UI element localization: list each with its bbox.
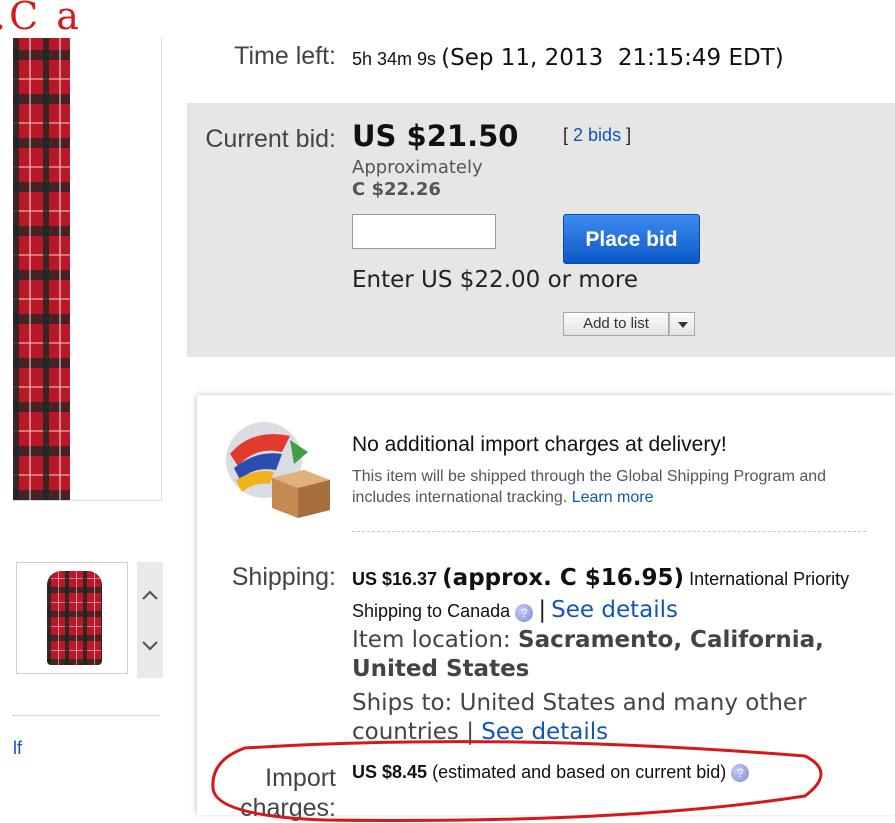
left-divider [13, 715, 159, 716]
bid-count: [ 2 bids ] [563, 125, 631, 146]
shipping-label: Shipping: [231, 563, 336, 591]
item-location: Item location: Sacramento, California, U… [352, 626, 862, 684]
time-left-label: Time left: [234, 42, 336, 70]
annotation-circle [211, 740, 823, 822]
learn-more-link[interactable]: Learn more [572, 489, 654, 506]
handwritten-annotation: .C a [0, 0, 82, 38]
end-time: (Sep 11, 2013 21:15:49 EDT) [441, 45, 784, 71]
bid-count-close: ] [626, 125, 632, 145]
approx-label: Approximately [352, 157, 483, 178]
place-bid-button[interactable]: Place bid [563, 214, 700, 264]
plaid-shirt-image [13, 38, 70, 500]
gsp-headline: No additional import charges at delivery… [352, 433, 727, 456]
chevron-down-icon[interactable] [141, 637, 159, 655]
thumbnail-scroller [137, 562, 163, 678]
gsp-divider [352, 531, 866, 532]
shipping-see-details-link[interactable]: See details [551, 597, 678, 623]
bid-count-open: [ [563, 125, 569, 145]
shipping-separator: | [538, 597, 547, 623]
left-link-fragment[interactable]: lf [13, 738, 22, 759]
shipping-approx: (approx. C $16.95) [442, 565, 684, 591]
bid-amount-input[interactable] [352, 214, 496, 249]
shipping-cost: US $16.37 [352, 569, 438, 589]
time-left-value: 5h 34m 9s (Sep 11, 2013 21:15:49 EDT) [352, 45, 784, 71]
countdown: 5h 34m 9s [352, 49, 437, 69]
bid-history-link[interactable]: 2 bids [573, 125, 621, 145]
help-icon[interactable]: ? [515, 603, 534, 622]
thumbnail-shirt [47, 571, 102, 665]
chevron-up-icon[interactable] [141, 586, 159, 604]
item-location-label: Item location: [352, 627, 511, 653]
thumbnail-image[interactable] [16, 562, 128, 674]
gsp-description: This item will be shipped through the Gl… [352, 466, 872, 508]
add-to-list-button[interactable]: Add to list [563, 312, 669, 336]
main-product-photo[interactable] [13, 38, 162, 501]
current-bid-label: Current bid: [205, 125, 336, 153]
current-bid-amount: US $21.50 [352, 119, 519, 153]
bid-hint: Enter US $22.00 or more [352, 267, 638, 293]
global-shipping-icon [226, 422, 330, 518]
approx-amount: C $22.26 [352, 179, 441, 200]
add-to-list-dropdown-icon[interactable] [669, 312, 695, 336]
shipping-details: US $16.37 (approx. C $16.95) Internation… [352, 563, 862, 627]
